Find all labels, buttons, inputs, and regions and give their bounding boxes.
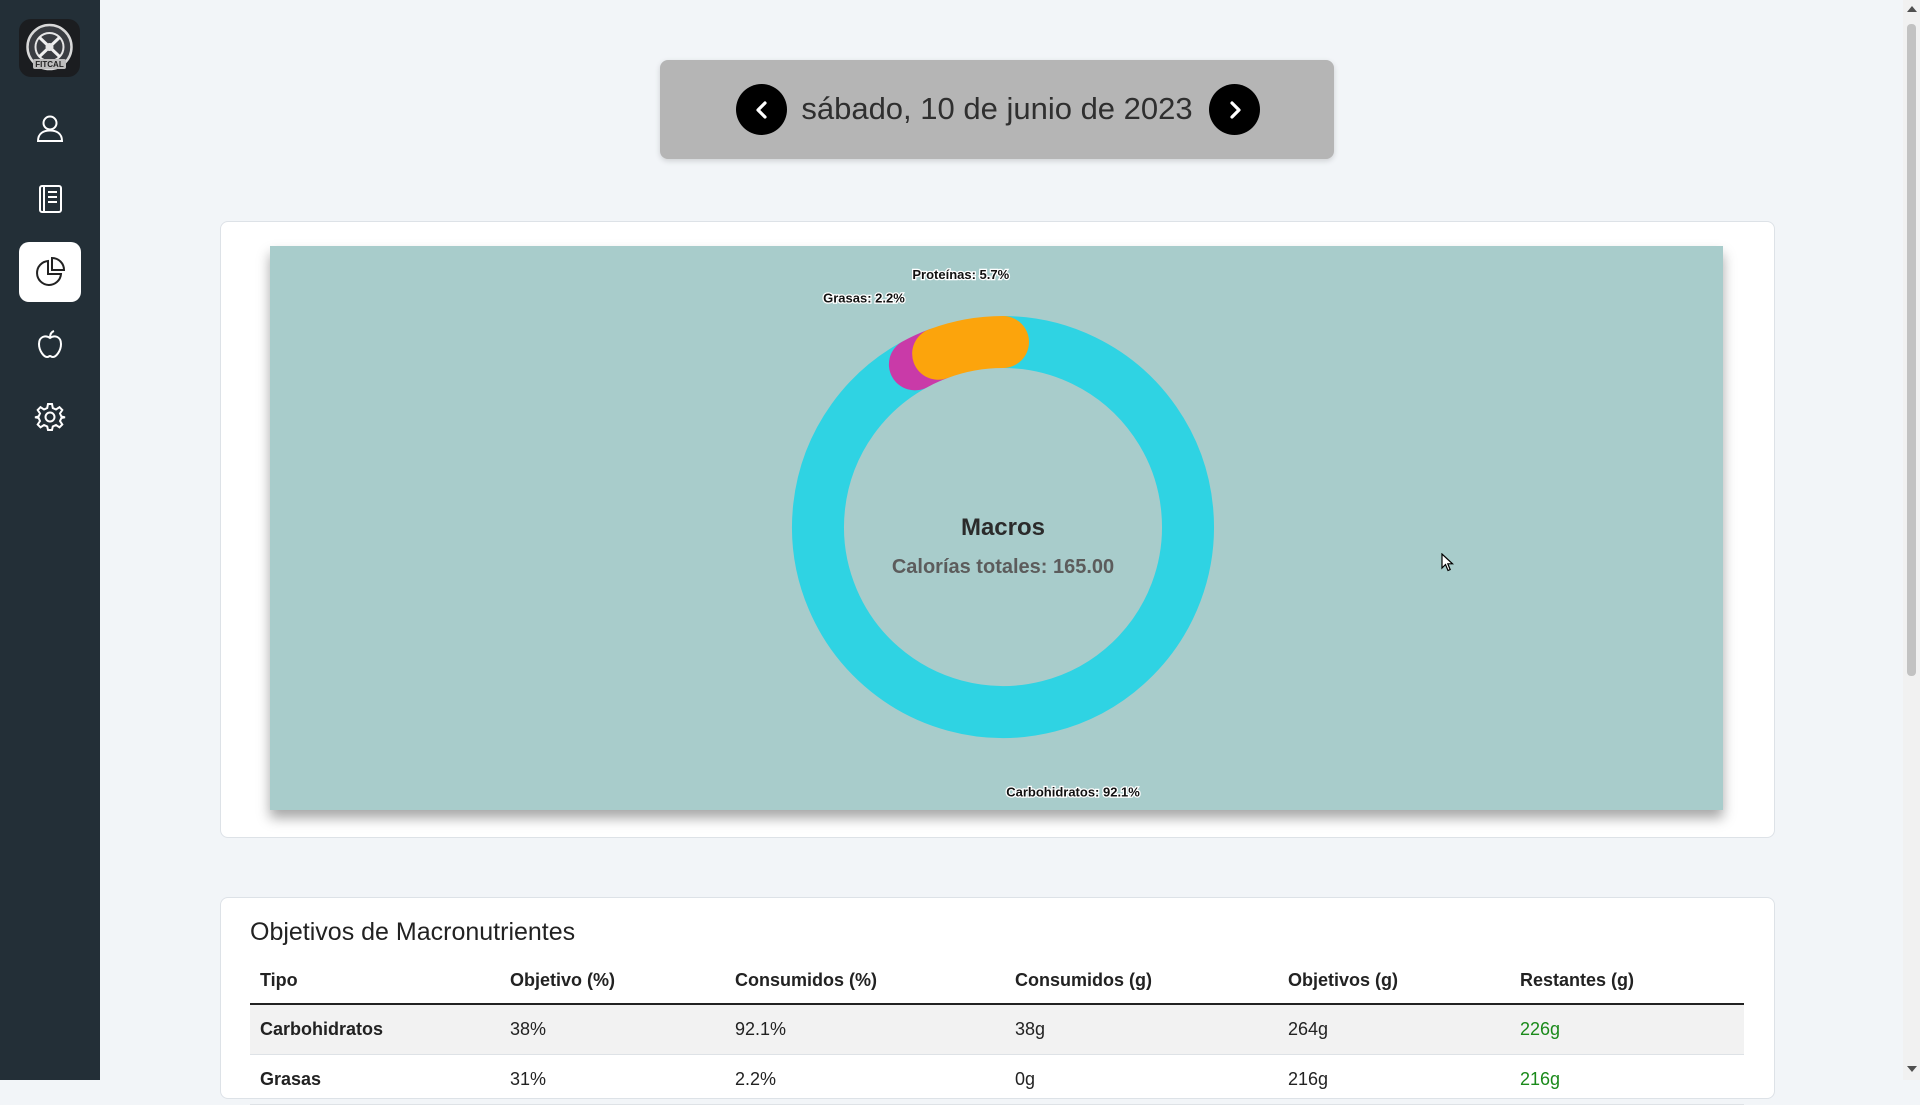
chart-slice-proteinas[interactable] (912, 316, 1029, 380)
scrollbar-thumb[interactable] (1907, 24, 1916, 676)
chart-data-label: Grasas: 2.2% (823, 290, 905, 305)
scroll-down-arrow-icon[interactable] (1907, 1066, 1917, 1072)
chart-data-label: Carbohidratos: 92.1% (1006, 785, 1140, 800)
date-navigator: sábado, 10 de junio de 2023 (660, 60, 1334, 159)
sidebar-item-diary[interactable] (19, 169, 81, 229)
sidebar-item-foods[interactable] (19, 314, 81, 374)
cell-consumidos-g: 38g (1005, 1004, 1278, 1055)
sidebar-item-profile[interactable] (19, 98, 81, 158)
sidebar: FITCAL (0, 0, 100, 1080)
macros-doughnut-chart: Macros Calorías totales: 165.00 Carbohid… (792, 266, 1214, 801)
logo-text: FITCAL (35, 60, 64, 69)
sidebar-item-stats[interactable] (19, 242, 81, 302)
column-header-objetivos-g: Objetivos (g) (1278, 962, 1510, 1005)
cell-objetivos-g: 264g (1278, 1004, 1510, 1055)
table-row: Carbohidratos 38% 92.1% 38g 264g 226g (250, 1004, 1744, 1055)
cell-consumidos-pct: 92.1% (725, 1004, 1005, 1055)
apple-icon (37, 330, 63, 359)
macros-chart-panel: Macros Calorías totales: 165.00 Carbohid… (270, 246, 1723, 810)
mouse-cursor-icon (1441, 553, 1455, 572)
table-header-row: Tipo Objetivo (%) Consumidos (%) Consumi… (250, 962, 1744, 1005)
logo-icon: FITCAL (26, 23, 73, 71)
pie-chart-icon (36, 256, 66, 286)
gear-icon (34, 403, 66, 431)
chevron-right-icon (1229, 100, 1241, 119)
book-icon (39, 185, 62, 213)
column-header-consumidos-pct: Consumidos (%) (725, 962, 1005, 1005)
column-header-consumidos-g: Consumidos (g) (1005, 962, 1278, 1005)
column-header-restantes-g: Restantes (g) (1510, 962, 1744, 1005)
cell-restantes-g: 226g (1510, 1004, 1744, 1055)
column-header-tipo: Tipo (250, 962, 500, 1005)
cell-objetivo-pct: 38% (500, 1004, 725, 1055)
user-icon (36, 115, 64, 142)
cell-tipo: Carbohidratos (250, 1004, 500, 1055)
scroll-up-arrow-icon[interactable] (1907, 6, 1917, 12)
chart-title: Macros (961, 514, 1045, 541)
macros-goals-table: Tipo Objetivo (%) Consumidos (%) Consumi… (250, 962, 1744, 1105)
app-logo[interactable]: FITCAL (19, 19, 80, 77)
next-day-button[interactable] (1209, 84, 1260, 135)
chart-subtitle: Calorías totales: 165.00 (892, 556, 1114, 578)
chart-data-label: Proteínas: 5.7% (912, 267, 1009, 282)
macros-goals-title: Objetivos de Macronutrientes (250, 918, 576, 946)
page-scrollbar[interactable] (1903, 0, 1920, 1080)
column-header-objetivo-pct: Objetivo (%) (500, 962, 725, 1005)
sidebar-item-settings[interactable] (19, 387, 81, 447)
